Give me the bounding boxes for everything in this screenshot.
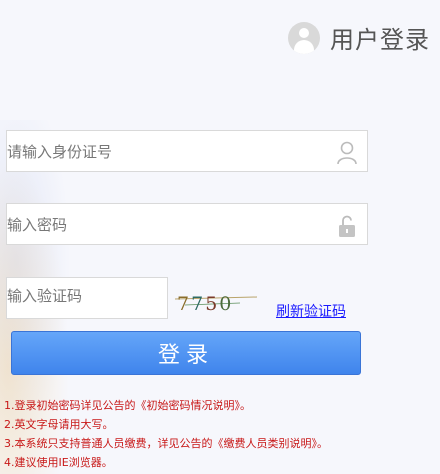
refresh-captcha-link[interactable]: 刷新验证码 — [276, 301, 346, 321]
id-number-input[interactable] — [7, 140, 297, 164]
user-avatar-icon — [288, 21, 320, 54]
note-item: 1.登录初始密码详见公告的《初始密码情况说明》。 — [4, 399, 251, 412]
captcha-image: 7750 — [175, 293, 257, 314]
page-header: 用户登录 — [288, 20, 430, 55]
note-item: 2.英文字母请用大写。 — [4, 418, 114, 431]
note-item: 3.本系统只支持普通人员缴费，详见公告的《缴费人员类别说明》。 — [4, 437, 328, 450]
person-icon — [337, 141, 357, 165]
captcha-input[interactable] — [7, 284, 147, 308]
captcha-text: 7750 — [177, 293, 231, 314]
lock-icon — [339, 215, 355, 237]
note-item: 4.建议使用IE浏览器。 — [4, 456, 113, 469]
page-title: 用户登录 — [330, 26, 430, 54]
password-input[interactable] — [7, 213, 207, 237]
id-number-field[interactable] — [6, 130, 368, 172]
password-field[interactable] — [6, 203, 368, 245]
login-button[interactable]: 登录 — [11, 331, 361, 375]
notes-list: 1.登录初始密码详见公告的《初始密码情况说明》。 2.英文字母请用大写。 3.本… — [4, 396, 440, 472]
captcha-field[interactable] — [6, 277, 168, 319]
